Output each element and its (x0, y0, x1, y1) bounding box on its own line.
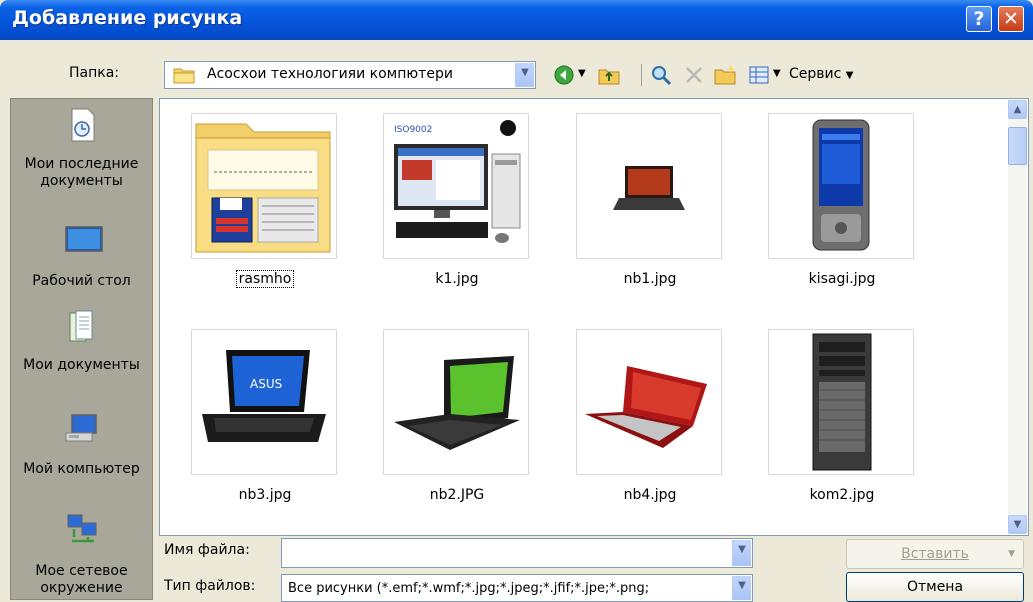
tools-dropdown-icon: ▼ (845, 70, 854, 81)
toolbar-separator (641, 64, 642, 86)
my-computer-icon (65, 414, 97, 442)
close-button[interactable]: ✕ (998, 6, 1024, 32)
file-name: nb3.jpg (238, 487, 292, 503)
up-folder-icon[interactable] (598, 64, 620, 86)
places-bar: Мои последние документы Рабочий стол Мои… (10, 98, 153, 600)
image-thumbnail (768, 329, 914, 475)
file-name: kom2.jpg (809, 487, 875, 503)
file-type-dropdown-arrow[interactable]: ▼ (732, 576, 751, 600)
image-thumbnail (576, 113, 722, 259)
views-icon[interactable] (748, 64, 770, 86)
insert-dropdown-icon[interactable]: ▼ (1008, 540, 1015, 568)
place-label: Рабочий стол (32, 273, 131, 289)
scroll-up-icon[interactable]: ▲ (1008, 100, 1027, 119)
desktop-computer-image-icon: ISO9002 (394, 120, 521, 243)
laptop-image-icon (613, 166, 685, 210)
insert-button[interactable]: Вставить ▼ (846, 539, 1024, 569)
file-name: nb1.jpg (623, 271, 677, 287)
pda-image-icon (812, 119, 870, 251)
new-folder-icon[interactable] (714, 64, 736, 86)
laptop-image-icon (585, 366, 707, 448)
image-thumbnail (576, 329, 722, 475)
insert-button-label: Вставить (901, 546, 969, 562)
file-name-input[interactable]: ▼ (281, 538, 753, 568)
image-thumbnail (768, 113, 914, 259)
back-icon[interactable] (553, 64, 575, 86)
file-name: kisagi.jpg (808, 271, 876, 287)
svg-text:ISO9002: ISO9002 (394, 125, 432, 135)
place-my-computer[interactable]: Мой компьютер (11, 403, 152, 503)
place-label: Мои документы (23, 357, 140, 373)
tools-menu-label: Сервис (789, 66, 842, 82)
file-type-select[interactable]: Все рисунки (*.emf;*.wmf;*.jpg;*.jpeg;*.… (281, 574, 753, 602)
file-list: rasmho ISO9002 k1.jpg nb1.jpg kisagi.jpg… (159, 98, 1029, 536)
file-type-label: Тип файлов: (164, 578, 256, 594)
place-label: Мои последние документы (24, 156, 139, 189)
desktop-icon (65, 226, 103, 252)
insert-picture-dialog: Добавление рисунка ? ✕ Папка: Асосхои те… (0, 0, 1033, 602)
place-label: Мое сетевое окружение (35, 563, 128, 596)
place-label: Мой компьютер (23, 461, 140, 477)
file-name: rasmho (235, 270, 295, 288)
place-network[interactable]: Мое сетевое окружение (11, 507, 152, 599)
place-recent-documents[interactable]: Мои последние документы (11, 99, 152, 209)
folder-select-value: Асосхои технологияи компютери (207, 66, 453, 82)
network-icon (67, 514, 97, 543)
views-dropdown-icon[interactable]: ▼ (773, 68, 781, 79)
folder-select[interactable]: Асосхои технологияи компютери ▼ (164, 61, 536, 89)
computer-case-image-icon (812, 333, 872, 471)
scroll-thumb[interactable] (1008, 127, 1027, 165)
tools-menu[interactable]: Сервис ▼ (789, 66, 853, 82)
place-desktop[interactable]: Рабочий стол (11, 211, 152, 301)
svg-text:ASUS: ASUS (250, 377, 282, 391)
place-my-documents[interactable]: Мои документы (11, 301, 152, 401)
file-name-dropdown-arrow[interactable]: ▼ (732, 540, 751, 566)
folder-label: Папка: (69, 65, 120, 81)
laptop-image-icon (394, 356, 520, 450)
image-thumbnail: ISO9002 (383, 113, 529, 259)
window-title: Добавление рисунка (12, 7, 243, 29)
vertical-scrollbar[interactable]: ▲ ▼ (1008, 100, 1027, 534)
image-thumbnail: ASUS (191, 329, 337, 475)
file-type-value: Все рисунки (*.emf;*.wmf;*.jpg;*.jpeg;*.… (288, 581, 650, 596)
file-name: nb4.jpg (623, 487, 677, 503)
back-dropdown-icon[interactable]: ▼ (578, 68, 586, 79)
recent-documents-icon (71, 108, 95, 142)
my-documents-icon (69, 310, 93, 342)
folder-icon (173, 68, 195, 84)
file-name-label: Имя файла: (164, 542, 250, 558)
laptop-image-icon: ASUS (202, 350, 326, 442)
folder-thumbnail (191, 113, 337, 259)
file-name: k1.jpg (435, 271, 479, 287)
file-name: nb2.JPG (429, 487, 485, 503)
title-bar: Добавление рисунка ? ✕ (0, 0, 1033, 40)
help-button[interactable]: ? (966, 6, 992, 32)
image-thumbnail (383, 329, 529, 475)
delete-icon[interactable] (683, 64, 705, 86)
scroll-down-icon[interactable]: ▼ (1008, 515, 1027, 534)
folder-icon (195, 123, 331, 253)
cancel-button[interactable]: Отмена (846, 572, 1024, 602)
folder-dropdown-arrow[interactable]: ▼ (515, 63, 534, 87)
search-web-icon[interactable] (650, 64, 672, 86)
